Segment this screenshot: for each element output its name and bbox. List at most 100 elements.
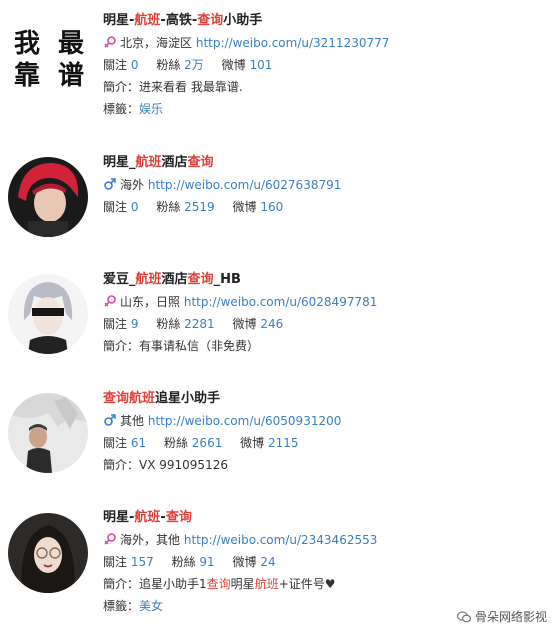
follow-count[interactable]: 0 xyxy=(131,58,139,72)
fans-label: 粉絲 xyxy=(171,555,196,569)
user-name[interactable]: 爱豆_航班酒店查询_HB xyxy=(103,269,543,291)
follow-label: 關注 xyxy=(103,555,128,569)
fans-count[interactable]: 2519 xyxy=(184,200,215,214)
user-card-4: 查询航班追星小助手 其他 http://weibo.com/u/60509312… xyxy=(0,388,559,483)
name-part: _HB xyxy=(213,272,241,287)
tags-line: 標籤：娱乐 xyxy=(103,98,543,120)
name-part: 小助手 xyxy=(223,13,263,28)
male-icon xyxy=(104,178,116,190)
tag-link[interactable]: 美女 xyxy=(139,599,163,613)
user-card-2: 明星_航班酒店查询 海外 http://weibo.com/u/60276387… xyxy=(0,152,559,244)
profile-link[interactable]: http://weibo.com/u/2343462553 xyxy=(184,533,378,547)
avatar-image xyxy=(8,393,88,473)
avatar[interactable] xyxy=(8,157,88,237)
intro-text: 查询 xyxy=(206,577,231,591)
name-part: 航班 xyxy=(135,155,162,170)
avatar-image xyxy=(8,513,88,593)
follow-label: 關注 xyxy=(103,317,128,331)
intro-text: 明星 xyxy=(230,577,255,591)
avatar[interactable] xyxy=(8,274,88,354)
user-card-1: 我最 靠谱 明星-航班-高铁-查询小助手 北京，海淀区 http://weibo… xyxy=(0,10,559,125)
stats-line: 關注 9 粉絲 2281 微博 246 xyxy=(103,313,543,335)
weibo-count[interactable]: 160 xyxy=(260,200,283,214)
location-line: 海外，其他 http://weibo.com/u/2343462553 xyxy=(103,529,543,551)
follow-label: 關注 xyxy=(103,436,128,450)
wechat-icon xyxy=(456,610,471,622)
weibo-label: 微博 xyxy=(232,200,257,214)
name-part: 查询航班 xyxy=(103,391,156,406)
name-part: 航班 xyxy=(135,272,162,287)
profile-link[interactable]: http://weibo.com/u/6027638791 xyxy=(148,178,342,192)
name-part: 航班 xyxy=(134,13,161,28)
name-part: 航班 xyxy=(134,510,161,525)
fans-count[interactable]: 2万 xyxy=(184,58,204,72)
location: 北京，海淀区 xyxy=(120,36,193,50)
female-icon xyxy=(104,295,116,307)
fans-count[interactable]: 2281 xyxy=(184,317,215,331)
avatar-image xyxy=(8,274,88,354)
male-icon xyxy=(104,414,116,426)
name-part: 查询 xyxy=(165,510,192,525)
name-part: 明星_ xyxy=(103,155,136,170)
intro-text: 追星小助手1 xyxy=(139,577,207,591)
location-line: 北京，海淀区 http://weibo.com/u/3211230777 xyxy=(103,32,543,54)
user-card-3: 爱豆_航班酒店查询_HB 山东，日照 http://weibo.com/u/60… xyxy=(0,269,559,364)
tags-label: 標籤： xyxy=(103,102,140,116)
intro-text: VX 991095126 xyxy=(139,458,228,472)
name-part: 明星- xyxy=(103,13,135,28)
intro-text: 有事请私信（非免费） xyxy=(139,339,260,353)
fans-count[interactable]: 2661 xyxy=(192,436,223,450)
profile-link[interactable]: http://weibo.com/u/3211230777 xyxy=(196,36,390,50)
weibo-label: 微博 xyxy=(240,436,265,450)
avatar-char: 谱 xyxy=(58,61,85,91)
intro-label: 簡介： xyxy=(103,80,140,94)
fans-count[interactable]: 91 xyxy=(199,555,214,569)
name-part: 追星小助手 xyxy=(155,391,221,406)
avatar[interactable] xyxy=(8,513,88,593)
follow-label: 關注 xyxy=(103,58,128,72)
name-part: 查询 xyxy=(197,13,224,28)
fans-label: 粉絲 xyxy=(156,58,181,72)
stats-line: 關注 0 粉絲 2万 微博 101 xyxy=(103,54,543,76)
user-card-5: 明星-航班-查询 海外，其他 http://weibo.com/u/234346… xyxy=(0,507,559,622)
profile-link[interactable]: http://weibo.com/u/6028497781 xyxy=(184,295,378,309)
weibo-count[interactable]: 2115 xyxy=(268,436,299,450)
avatar[interactable] xyxy=(8,393,88,473)
tag-link[interactable]: 娱乐 xyxy=(139,102,163,116)
location: 海外，其他 xyxy=(120,533,181,547)
name-part: 酒店 xyxy=(161,155,188,170)
avatar-text-logo[interactable]: 我最 靠谱 xyxy=(14,28,100,106)
avatar-char: 我 xyxy=(14,29,41,59)
user-name[interactable]: 明星-航班-高铁-查询小助手 xyxy=(103,10,543,32)
intro-text: +证件号♥ xyxy=(278,577,336,591)
location-line: 海外 http://weibo.com/u/6027638791 xyxy=(103,174,543,196)
weibo-count[interactable]: 24 xyxy=(260,555,275,569)
name-part: 查询 xyxy=(187,272,214,287)
fans-label: 粉絲 xyxy=(163,436,188,450)
location: 山东，日照 xyxy=(120,295,181,309)
weibo-label: 微博 xyxy=(221,58,246,72)
location: 海外 xyxy=(120,178,145,192)
name-part: 查询 xyxy=(187,155,214,170)
intro-label: 簡介： xyxy=(103,577,140,591)
follow-label: 關注 xyxy=(103,200,128,214)
tags-label: 標籤： xyxy=(103,599,140,613)
intro-label: 簡介： xyxy=(103,458,140,472)
location-line: 其他 http://weibo.com/u/6050931200 xyxy=(103,410,543,432)
user-name[interactable]: 查询航班追星小助手 xyxy=(103,388,543,410)
female-icon xyxy=(104,533,116,545)
name-part: -高铁- xyxy=(160,13,198,28)
user-name[interactable]: 明星-航班-查询 xyxy=(103,507,543,529)
avatar-char: 最 xyxy=(58,29,85,59)
weibo-count[interactable]: 246 xyxy=(260,317,283,331)
follow-count[interactable]: 9 xyxy=(131,317,139,331)
user-name[interactable]: 明星_航班酒店查询 xyxy=(103,152,543,174)
name-part: 爱豆_ xyxy=(103,272,136,287)
weibo-count[interactable]: 101 xyxy=(249,58,272,72)
follow-count[interactable]: 157 xyxy=(131,555,154,569)
follow-count[interactable]: 0 xyxy=(131,200,139,214)
fans-label: 粉絲 xyxy=(156,317,181,331)
profile-link[interactable]: http://weibo.com/u/6050931200 xyxy=(148,414,342,428)
weibo-label: 微博 xyxy=(232,555,257,569)
follow-count[interactable]: 61 xyxy=(131,436,146,450)
